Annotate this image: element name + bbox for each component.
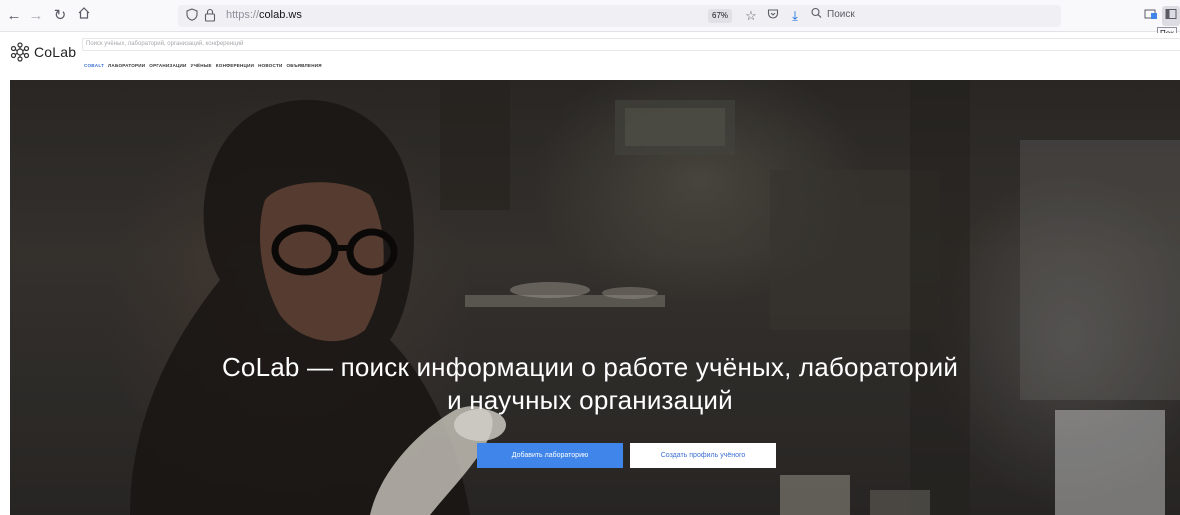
- create-scientist-profile-button[interactable]: Создать профиль учёного: [630, 443, 776, 468]
- url-host: colab.ws: [259, 9, 302, 21]
- address-bar[interactable]: https://colab.ws 67% ☆ ⤓ Поиск: [178, 5, 1061, 27]
- colab-logo-icon: [10, 42, 30, 62]
- lock-icon[interactable]: [204, 8, 218, 24]
- nav-item-scientists[interactable]: УЧЁНЫЕ: [191, 63, 212, 68]
- add-laboratory-button[interactable]: Добавить лабораторию: [477, 443, 623, 468]
- nav-item-labs[interactable]: ЛАБОРАТОРИИ: [108, 63, 145, 68]
- site-nav: COBALT ЛАБОРАТОРИИ ОРГАНИЗАЦИИ УЧЁНЫЕ КО…: [84, 63, 322, 68]
- pocket-icon[interactable]: [764, 7, 782, 25]
- url-prefix: https://: [226, 9, 260, 21]
- shield-icon[interactable]: [184, 8, 200, 24]
- logo-text: CoLab: [34, 44, 77, 60]
- reload-icon[interactable]: ↻: [50, 6, 70, 26]
- sidebar-toggle-icon[interactable]: [1162, 6, 1180, 26]
- search-icon: [811, 7, 822, 22]
- bookmark-star-icon[interactable]: ☆: [742, 7, 760, 25]
- url-text[interactable]: https://colab.ws: [226, 9, 302, 21]
- nav-item-conferences[interactable]: КОНФЕРЕНЦИИ: [216, 63, 254, 68]
- forward-arrow-icon[interactable]: →: [26, 6, 46, 26]
- back-arrow-icon[interactable]: ←: [4, 6, 24, 26]
- browser-search-placeholder: Поиск: [827, 9, 855, 20]
- site-search-input[interactable]: Поиск учёных, лабораторий, организаций, …: [82, 38, 1180, 51]
- zoom-level-badge[interactable]: 67%: [708, 9, 733, 23]
- site-header: CoLab Поиск учёных, лабораторий, организ…: [0, 33, 1180, 79]
- hero-title-line-2: и научных организаций: [447, 385, 733, 415]
- nav-item-cobalt[interactable]: COBALT: [84, 63, 104, 68]
- nav-item-news[interactable]: НОВОСТИ: [258, 63, 282, 68]
- browser-search-field[interactable]: Поиск: [811, 7, 991, 25]
- hero-title-line-1: CoLab — поиск информации о работе учёных…: [221, 352, 959, 382]
- nav-item-organizations[interactable]: ОРГАНИЗАЦИИ: [149, 63, 186, 68]
- download-icon[interactable]: ⤓: [786, 7, 804, 25]
- colab-logo[interactable]: CoLab: [10, 41, 76, 63]
- nav-item-announcements[interactable]: ОБЪЯВЛЕНИЯ: [286, 63, 321, 68]
- hero-section: CoLab — поиск информации о работе учёных…: [10, 80, 1180, 515]
- extensions-icon[interactable]: [1142, 6, 1160, 26]
- browser-toolbar: ← → ↻ https://colab.ws 67% ☆ ⤓ Поиск Пок: [0, 0, 1180, 41]
- home-icon[interactable]: [74, 6, 94, 26]
